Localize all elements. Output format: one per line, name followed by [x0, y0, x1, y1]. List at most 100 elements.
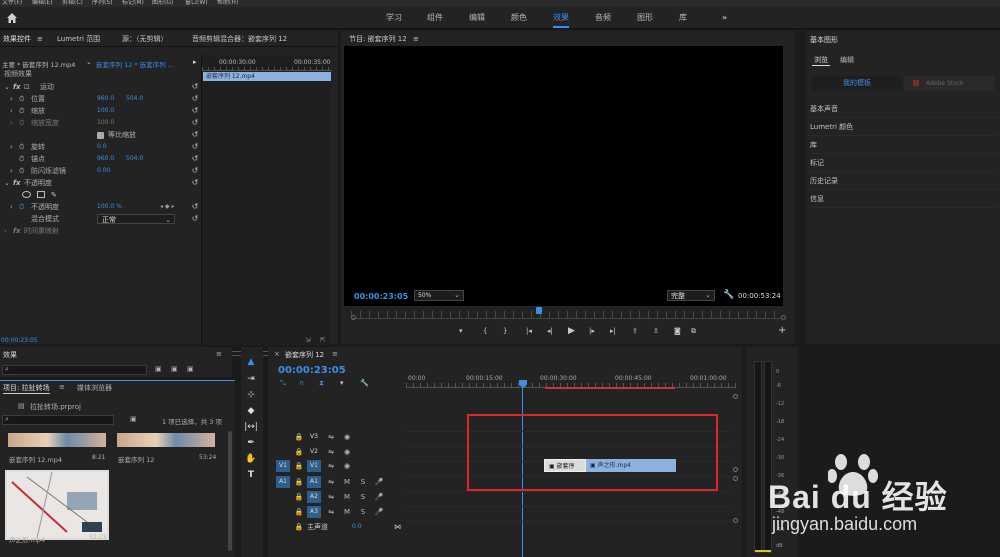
panel-item-lumetri-color[interactable]: Lumetri 颜色: [808, 119, 998, 136]
track-label-v1[interactable]: V1: [307, 460, 321, 472]
eye-icon[interactable]: ◉: [342, 431, 352, 443]
filter-icon[interactable]: ⇲: [305, 336, 311, 344]
program-zoom-scrollbar[interactable]: [351, 315, 786, 320]
sync-lock-icon[interactable]: ⇋: [326, 491, 336, 503]
chevron-down-icon[interactable]: ⌄: [86, 58, 92, 66]
scroll-handle-mid[interactable]: [733, 467, 738, 472]
zoom-select[interactable]: 50% ⌄: [414, 290, 464, 301]
solo-button[interactable]: S: [358, 506, 368, 518]
add-marker-icon[interactable]: ▾: [340, 379, 344, 387]
stopwatch-icon[interactable]: ⏱: [19, 165, 24, 177]
timeline-menu[interactable]: ≡: [332, 350, 338, 358]
menu-markers[interactable]: 标记(M): [122, 0, 144, 6]
workspace-tab-assembly[interactable]: 组件: [427, 7, 443, 29]
ellipse-mask-icon[interactable]: [22, 191, 31, 198]
new-bin-icon[interactable]: ▣: [130, 415, 137, 423]
sync-lock-icon[interactable]: ⇋: [326, 431, 336, 443]
timeline-timecode[interactable]: 00:00:23:05: [278, 365, 346, 376]
position-y-value[interactable]: 504.0: [126, 93, 143, 105]
menu-window[interactable]: 窗口(W): [185, 0, 208, 6]
position-x-value[interactable]: 960.0: [97, 93, 114, 105]
lock-icon[interactable]: 🔒: [294, 491, 304, 503]
stopwatch-icon[interactable]: ⏱: [19, 93, 24, 105]
mute-button[interactable]: M: [342, 476, 352, 488]
go-to-in-icon[interactable]: |◂: [526, 327, 532, 335]
lock-icon[interactable]: 🔒: [294, 431, 304, 443]
adobe-stock-button[interactable]: Adobe Stock: [904, 76, 994, 91]
lock-icon[interactable]: 🔒: [294, 506, 304, 518]
chevron-right-icon[interactable]: ›: [10, 105, 13, 117]
program-video-frame[interactable]: [344, 46, 783, 306]
reset-icon[interactable]: ↺: [190, 165, 200, 177]
lock-icon[interactable]: 🔒: [294, 521, 304, 533]
menu-edit[interactable]: 编辑(E): [32, 0, 52, 6]
row-opacity[interactable]: ⌄ fx 不透明度 ↺: [0, 177, 200, 189]
ripple-edit-tool-icon[interactable]: ⊹: [241, 388, 261, 402]
menu-sequence[interactable]: 序列(S): [92, 0, 113, 6]
pen-mask-icon[interactable]: ✎: [51, 189, 57, 201]
workspace-tab-audio[interactable]: 音频: [595, 7, 611, 29]
quality-select[interactable]: 完整 ⌄: [667, 290, 715, 301]
menu-file[interactable]: 文件(F): [2, 0, 22, 6]
mark-in-icon[interactable]: {: [483, 327, 487, 335]
program-monitor-menu[interactable]: ≡: [413, 35, 419, 43]
tab-source[interactable]: 源：（无剪辑）: [122, 33, 168, 46]
project-item-thumbnail[interactable]: [8, 433, 106, 447]
project-scrollbar[interactable]: [228, 431, 232, 551]
step-back-icon[interactable]: ◂|: [547, 327, 553, 335]
menu-help[interactable]: 帮助(H): [217, 0, 238, 6]
tab-media-browser[interactable]: 媒体浏览器: [77, 383, 112, 393]
mute-button[interactable]: M: [342, 506, 352, 518]
reset-icon[interactable]: ↺: [190, 81, 200, 93]
track-label-v2[interactable]: V2: [307, 446, 321, 458]
workspace-tab-effects[interactable]: 效果: [553, 7, 569, 28]
scrollbar-handle-left[interactable]: [351, 315, 356, 320]
chevron-down-icon[interactable]: ⌄: [4, 177, 10, 189]
panel-item-essential-sound[interactable]: 基本声音: [808, 101, 998, 118]
home-icon[interactable]: [6, 12, 18, 24]
accelerated-effects-icon[interactable]: ▣: [155, 365, 162, 373]
lock-icon[interactable]: 🔒: [294, 476, 304, 488]
sync-lock-icon[interactable]: ⇋: [326, 446, 336, 458]
reset-icon[interactable]: ↺: [190, 213, 200, 225]
sync-lock-icon[interactable]: ⇋: [326, 460, 336, 472]
lift-icon[interactable]: ⇪: [632, 327, 638, 335]
row-time-remap[interactable]: › fx 时间重映射: [0, 225, 200, 237]
microphone-icon[interactable]: 🎤: [374, 491, 384, 503]
anchor-x-value[interactable]: 960.0: [97, 153, 114, 165]
program-timecode[interactable]: 00:00:23:05: [354, 292, 408, 301]
project-item-thumbnail-selected[interactable]: [5, 470, 109, 540]
microphone-icon[interactable]: 🎤: [374, 476, 384, 488]
go-to-end-icon[interactable]: ⋈: [394, 521, 401, 533]
chevron-right-icon[interactable]: ›: [10, 165, 13, 177]
stopwatch-icon[interactable]: ⏱: [19, 153, 24, 165]
tab-project[interactable]: 项目: 拉扯转场: [3, 383, 50, 394]
step-forward-icon[interactable]: |▸: [589, 327, 595, 335]
uniform-scale-checkbox[interactable]: [97, 132, 104, 139]
rotation-value[interactable]: 0.0: [97, 141, 107, 153]
export-icon[interactable]: ⇱: [320, 336, 326, 344]
wrench-icon[interactable]: 🔧: [723, 290, 734, 300]
workspace-more-button[interactable]: »: [722, 7, 727, 29]
slip-tool-icon[interactable]: |↔|: [241, 420, 261, 434]
reset-icon[interactable]: ↺: [190, 105, 200, 117]
my-templates-button[interactable]: 我的模板: [812, 76, 902, 91]
reset-icon[interactable]: ↺: [190, 93, 200, 105]
selection-tool-icon[interactable]: ▲: [241, 355, 261, 369]
master-track-value[interactable]: 0.0: [352, 521, 362, 533]
scroll-handle-mid2[interactable]: [733, 476, 738, 481]
tab-effect-controls[interactable]: 效果控件: [3, 33, 31, 47]
chevron-right-icon[interactable]: ›: [10, 93, 13, 105]
mini-clip-bar[interactable]: 嵌套序列 12.mp4: [203, 72, 331, 81]
play-icon[interactable]: ▶: [568, 326, 575, 336]
linked-selection-icon[interactable]: ⧗: [319, 379, 324, 388]
razor-tool-icon[interactable]: ◆: [241, 404, 261, 418]
rectangle-mask-icon[interactable]: [37, 191, 45, 198]
timeline-ruler[interactable]: 00:00 00:00:15:00 00:00:30:00 00:00:45:0…: [406, 375, 736, 389]
row-motion[interactable]: ⌄ fx ⊡ 运动 ↺: [0, 81, 200, 93]
timeline-vertical-scrollbar[interactable]: [733, 394, 739, 554]
playhead-marker[interactable]: [536, 307, 542, 314]
tab-effect-controls-menu[interactable]: ≡: [37, 33, 43, 46]
anti-flicker-value[interactable]: 0.00: [97, 165, 110, 177]
panel-item-libraries[interactable]: 库: [808, 137, 998, 154]
